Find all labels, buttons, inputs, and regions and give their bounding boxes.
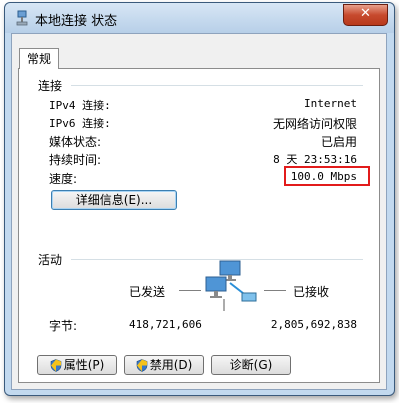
bytes-received-value: 2,805,692,838 (270, 318, 357, 331)
bytes-sent-value: 418,721,606 (129, 318, 202, 331)
disable-button-label: 禁用(D) (149, 358, 193, 372)
received-dash (264, 290, 286, 291)
connection-group-label: 连接 (38, 77, 67, 94)
activity-group-label: 活动 (38, 251, 67, 268)
tab-panel-general: 连接 IPv4 连接: Internet IPv6 连接: 无网络访问权限 媒体… (18, 68, 380, 383)
network-computers-icon (205, 260, 257, 311)
duration-value: 8 天 23:53:16 (273, 153, 357, 166)
tab-general[interactable]: 常规 (19, 48, 59, 69)
status-dialog-window: 本地连接 状态 ✕ 常规 连接 IPv4 连接: Internet IPv6 连… (4, 2, 395, 396)
ipv4-value: Internet (304, 97, 357, 110)
details-button[interactable]: 详细信息(E)... (51, 190, 177, 210)
ipv6-value: 无网络访问权限 (272, 117, 357, 131)
media-state-value: 已启用 (320, 135, 357, 149)
duration-label: 持续时间: (49, 153, 102, 167)
close-button[interactable]: ✕ (343, 4, 388, 26)
sent-label: 已发送 (129, 285, 166, 299)
uac-shield-icon (50, 359, 61, 372)
media-state-label: 媒体状态: (49, 135, 102, 149)
speed-highlight-box (284, 166, 370, 186)
uac-shield-icon (136, 359, 147, 372)
ipv4-label: IPv4 连接: (49, 99, 111, 112)
network-connection-icon (16, 10, 28, 26)
title-bar[interactable]: 本地连接 状态 ✕ (5, 3, 394, 33)
sent-dash (179, 290, 201, 291)
speed-label: 速度: (49, 172, 78, 186)
dialog-client-area: 常规 连接 IPv4 连接: Internet IPv6 连接: 无网络访问权限… (11, 33, 387, 390)
ipv6-label: IPv6 连接: (49, 117, 111, 130)
bytes-label: 字节: (49, 319, 78, 333)
properties-button[interactable]: 属性(P) (37, 355, 117, 375)
window-title: 本地连接 状态 (35, 14, 118, 29)
diagnose-button[interactable]: 诊断(G) (211, 355, 291, 375)
close-icon: ✕ (360, 6, 371, 21)
connection-group-divider (71, 85, 363, 86)
properties-button-label: 属性(P) (63, 358, 105, 372)
disable-button[interactable]: 禁用(D) (124, 355, 204, 375)
received-label: 已接收 (293, 285, 330, 299)
